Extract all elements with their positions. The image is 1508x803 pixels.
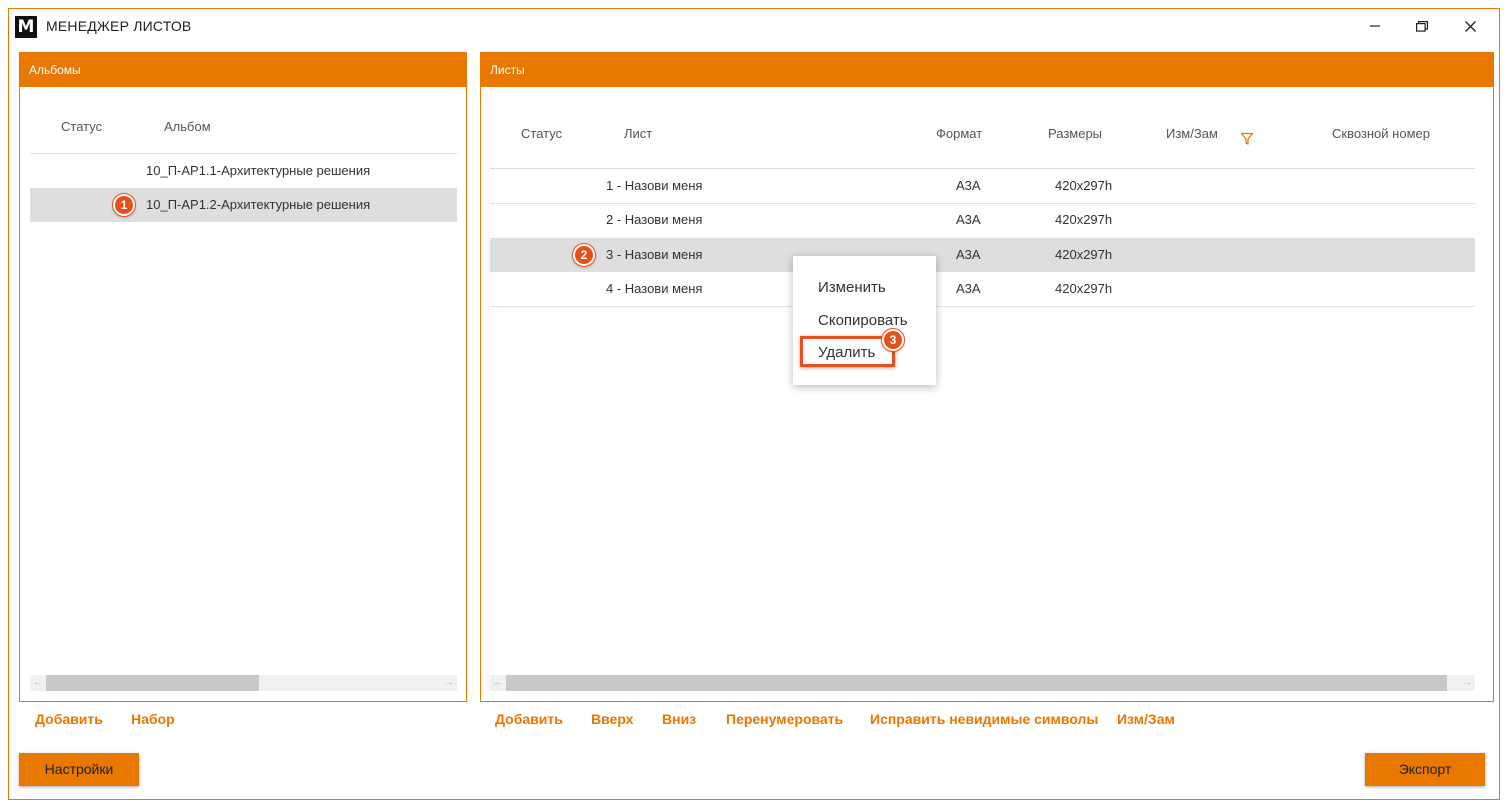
sheet-name: 4 - Назови меня (606, 281, 703, 296)
albums-col-status[interactable]: Статус (61, 119, 102, 134)
sheet-row[interactable]: 2 - Назови меня А3А 420x297h (490, 203, 1475, 237)
album-row[interactable]: 10_П-АР1.1-Архитектурные решения (30, 154, 457, 188)
app-logo: M (15, 16, 37, 38)
albums-panel: Альбомы Статус Альбом 10_П-АР1.1-Архитек… (19, 52, 467, 702)
step-marker-2: 2 (573, 244, 595, 266)
maximize-button[interactable] (1399, 9, 1445, 43)
sheets-col-through-number[interactable]: Сквозной номер (1332, 126, 1430, 141)
albums-set-link[interactable]: Набор (131, 711, 175, 727)
app-window: M МЕНЕДЖЕР ЛИСТОВ Альбомы Статус Альбом … (8, 8, 1500, 800)
menu-item-copy[interactable]: Скопировать (818, 312, 908, 329)
filter-icon[interactable] (1240, 132, 1254, 146)
sheets-col-status[interactable]: Статус (521, 126, 562, 141)
sheet-row[interactable]: 1 - Назови меня А3А 420x297h (490, 169, 1475, 203)
scroll-right-icon[interactable]: → (1459, 675, 1475, 691)
row-divider (490, 306, 1475, 307)
sheet-row-selected[interactable]: 2 3 - Назови меня А3А 420x297h (490, 238, 1475, 272)
albums-col-album[interactable]: Альбом (164, 119, 211, 134)
sheets-col-sheet[interactable]: Лист (624, 126, 652, 141)
sheets-add-link[interactable]: Добавить (495, 711, 563, 727)
sheets-col-rev[interactable]: Изм/Зам (1166, 126, 1218, 141)
sheets-panel-header: Листы (481, 53, 1493, 87)
sheets-fix-invisible-link[interactable]: Исправить невидимые символы (870, 711, 1098, 727)
title-bar: M МЕНЕДЖЕР ЛИСТОВ (9, 9, 1499, 43)
sheets-horizontal-scrollbar[interactable]: ← → (490, 675, 1475, 691)
sheets-down-link[interactable]: Вниз (662, 711, 696, 727)
sheet-size: 420x297h (1055, 247, 1113, 262)
sheet-name: 1 - Назови меня (606, 178, 703, 193)
maximize-icon (1416, 20, 1428, 32)
sheets-renumber-link[interactable]: Перенумеровать (726, 711, 843, 727)
app-title: МЕНЕДЖЕР ЛИСТОВ (46, 18, 192, 34)
sheets-up-link[interactable]: Вверх (591, 711, 633, 727)
sheets-panel: Листы Статус Лист Формат Размеры Изм/Зам… (480, 52, 1494, 702)
album-row-selected[interactable]: 1 10_П-АР1.2-Архитектурные решения (30, 188, 457, 222)
close-button[interactable] (1447, 9, 1493, 43)
sheet-row[interactable]: 4 - Назови меня А3А 420x297h (490, 272, 1475, 306)
minimize-icon (1370, 25, 1380, 27)
sheet-name: 2 - Назови меня (606, 212, 703, 227)
album-name: 10_П-АР1.2-Архитектурные решения (146, 197, 371, 212)
step-marker-1: 1 (113, 194, 135, 216)
export-button[interactable]: Экспорт (1365, 753, 1485, 786)
menu-item-delete[interactable]: Удалить (818, 344, 875, 361)
sheet-name: 3 - Назови меня (606, 247, 703, 262)
sheets-rev-link[interactable]: Изм/Зам (1117, 711, 1175, 727)
minimize-button[interactable] (1352, 9, 1398, 43)
sheets-col-format[interactable]: Формат (936, 126, 982, 141)
close-icon (1464, 20, 1476, 32)
sheet-size: 420x297h (1055, 212, 1113, 227)
sheet-format: А3А (956, 247, 981, 262)
albums-add-link[interactable]: Добавить (35, 711, 103, 727)
scroll-left-icon[interactable]: ← (490, 675, 506, 691)
settings-button[interactable]: Настройки (19, 753, 139, 786)
context-menu: Изменить Скопировать Удалить 3 (793, 256, 936, 385)
scroll-left-icon[interactable]: ← (30, 675, 46, 691)
sheet-size: 420x297h (1055, 281, 1113, 296)
albums-scroll-thumb[interactable] (46, 675, 259, 691)
albums-horizontal-scrollbar[interactable]: ← → (30, 675, 457, 691)
step-marker-3: 3 (882, 329, 904, 351)
sheets-col-size[interactable]: Размеры (1048, 126, 1102, 141)
menu-item-edit[interactable]: Изменить (818, 279, 886, 296)
albums-panel-header: Альбомы (20, 53, 466, 87)
sheet-size: 420x297h (1055, 178, 1113, 193)
album-name: 10_П-АР1.1-Архитектурные решения (146, 163, 371, 178)
sheet-format: А3А (956, 178, 981, 193)
sheet-format: А3А (956, 212, 981, 227)
sheets-scroll-thumb[interactable] (506, 675, 1447, 691)
scroll-right-icon[interactable]: → (441, 675, 457, 691)
sheet-format: А3А (956, 281, 981, 296)
